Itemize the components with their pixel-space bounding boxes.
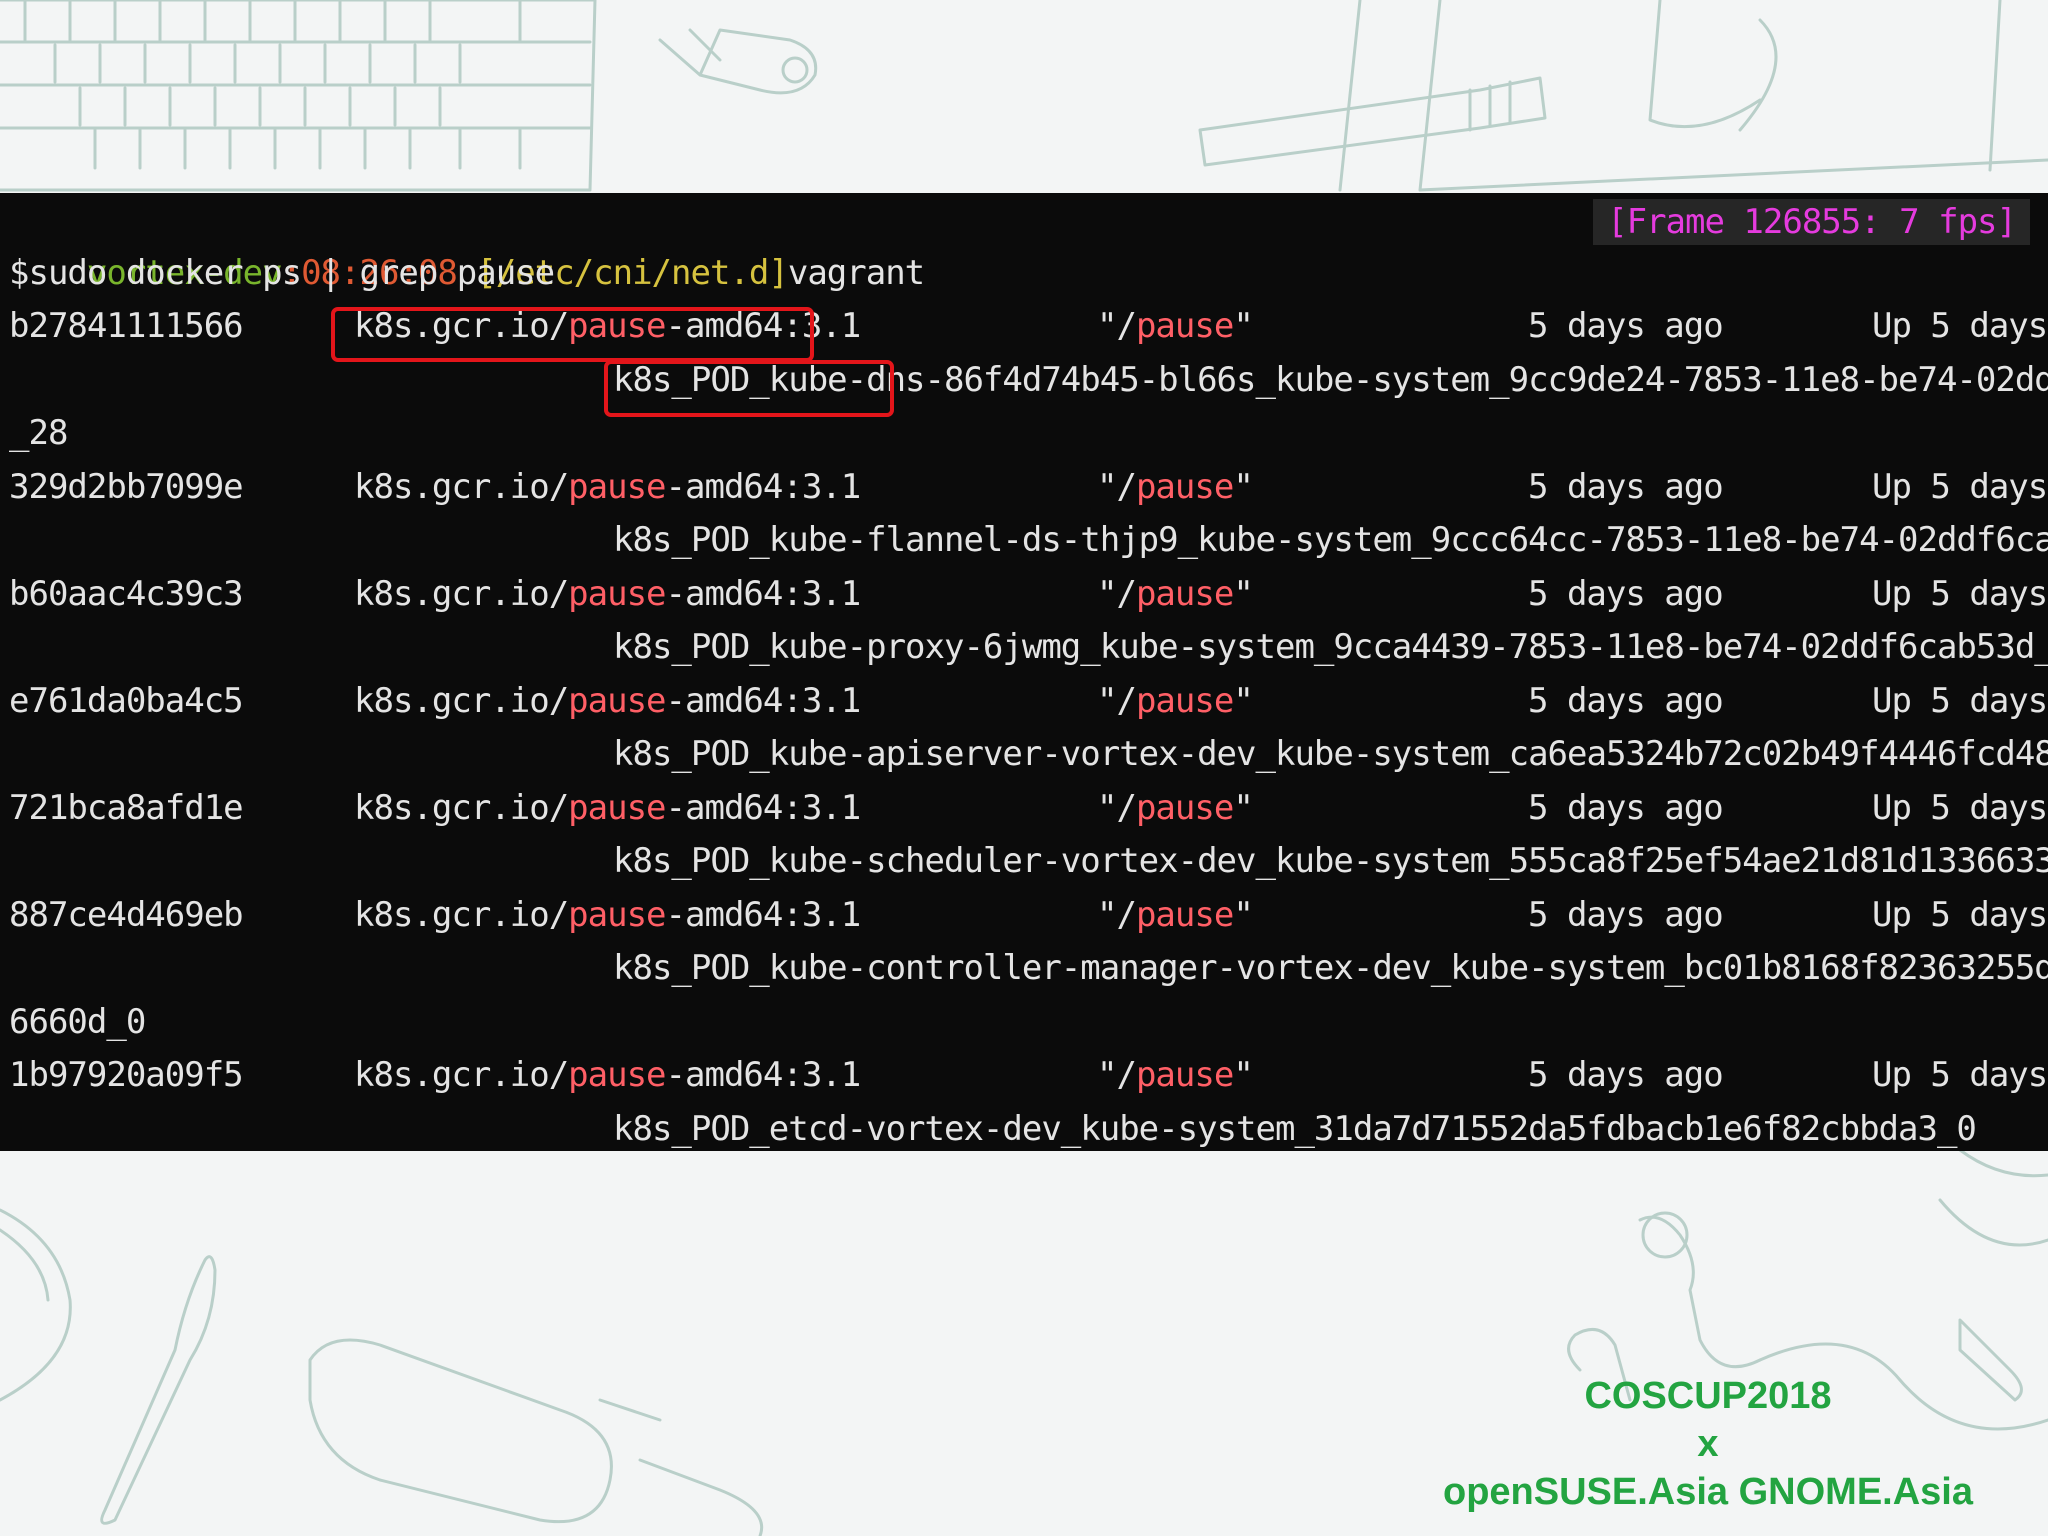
container-image: k8s.gcr.io/pause-amd64:3.1: [354, 1049, 862, 1103]
command-quote-open: "/: [1097, 573, 1137, 614]
image-name: pause: [568, 573, 666, 614]
image-tag: -amd64:3.1: [665, 1055, 862, 1095]
container-id: 1b97920a09f5: [9, 1055, 244, 1095]
container-status: Up 5 days: [1872, 466, 2048, 507]
container-command: "/pause": [1097, 782, 1254, 836]
command-quote-open: "/: [1097, 680, 1137, 721]
command-quote-close: ": [1233, 306, 1254, 346]
command-word: pause: [1135, 894, 1234, 935]
image-prefix: k8s.gcr.io/: [354, 466, 569, 507]
container-status: Up 5 days: [1872, 787, 2048, 828]
frame-rate-indicator: [Frame 126855: 7 fps]: [1593, 199, 2030, 245]
container-id: 329d2bb7099e: [9, 466, 244, 507]
image-tag: -amd64:3.1: [665, 466, 862, 507]
command-quote-open: "/: [1097, 1055, 1137, 1095]
container-id: e761da0ba4c5: [9, 680, 244, 721]
command-line: $sudo docker ps | grep pause: [9, 252, 555, 293]
container-command: "/pause": [1097, 568, 1254, 622]
container-created: 5 days ago: [1528, 466, 1724, 507]
command-quote-close: ": [1233, 680, 1254, 721]
usb-doodle: [658, 28, 818, 95]
glasses-doodle: [308, 1338, 763, 1536]
container-name: k8s_POD_kube-flannel-ds-thjp9_kube-syste…: [613, 520, 2048, 560]
command-word: pause: [1135, 466, 1234, 507]
container-command: "/pause": [1097, 300, 1254, 354]
command-quote-open: "/: [1097, 466, 1137, 507]
container-status: Up 5 days: [1872, 894, 2048, 935]
command-quote-close: ": [1233, 573, 1254, 614]
image-tag: -amd64:3.1: [665, 787, 862, 828]
container-created: 5 days ago: [1528, 894, 1724, 935]
container-name: k8s_POD_kube-apiserver-vortex-dev_kube-s…: [613, 734, 2048, 774]
command-word: pause: [1135, 680, 1234, 721]
command-quote-open: "/: [1097, 306, 1137, 346]
container-id: b27841111566: [9, 306, 244, 346]
image-prefix: k8s.gcr.io/: [354, 787, 569, 828]
container-name-wrap: 6660d_0: [9, 1001, 146, 1042]
spoon-doodle: [100, 1255, 217, 1525]
container-name: k8s_POD_kube-controller-manager-vortex-d…: [613, 948, 2048, 988]
image-name: pause: [568, 787, 666, 828]
command-word: pause: [1135, 787, 1234, 828]
branding-line-3: openSUSE.Asia GNOME.Asia: [1442, 1471, 1973, 1513]
annotation-box-image: [331, 307, 814, 362]
prompt-user: vagrant: [787, 252, 925, 293]
container-created: 5 days ago: [1528, 573, 1724, 614]
container-image: k8s.gcr.io/pause-amd64:3.1: [354, 461, 862, 515]
container-status: Up 5 days: [1872, 573, 2048, 614]
container-command: "/pause": [1097, 461, 1254, 515]
command-quote-close: ": [1233, 894, 1254, 935]
keyboard-doodle: [0, 0, 597, 192]
image-name: pause: [568, 466, 666, 507]
container-name-wrap: _28: [9, 413, 68, 453]
command-quote-open: "/: [1097, 894, 1137, 935]
annotation-box-pod-name: [604, 360, 894, 417]
image-tag: -amd64:3.1: [665, 573, 862, 614]
container-name: k8s_POD_kube-proxy-6jwmg_kube-system_9cc…: [613, 627, 2048, 667]
container-image: k8s.gcr.io/pause-amd64:3.1: [354, 782, 862, 836]
container-command: "/pause": [1097, 675, 1254, 729]
image-name: pause: [568, 894, 666, 935]
image-prefix: k8s.gcr.io/: [354, 1055, 569, 1095]
container-created: 5 days ago: [1528, 787, 1724, 828]
branding-line-1: COSCUP2018: [1584, 1375, 1832, 1417]
image-prefix: k8s.gcr.io/: [354, 680, 569, 721]
container-image: k8s.gcr.io/pause-amd64:3.1: [354, 675, 862, 729]
image-tag: -amd64:3.1: [665, 894, 862, 935]
container-command: "/pause": [1097, 889, 1254, 943]
container-image: k8s.gcr.io/pause-amd64:3.1: [354, 889, 862, 943]
image-name: pause: [568, 1055, 666, 1095]
container-command: "/pause": [1097, 1049, 1254, 1103]
command-word: pause: [1135, 573, 1234, 614]
container-created: 5 days ago: [1528, 306, 1724, 346]
container-name: k8s_POD_etcd-vortex-dev_kube-system_31da…: [613, 1108, 1977, 1149]
image-prefix: k8s.gcr.io/: [354, 573, 569, 614]
prompt-line: vortex-dev:08:26:08 [/etc/cni/net.d]vagr…: [9, 193, 925, 293]
container-id: 721bca8afd1e: [9, 787, 244, 828]
container-created: 5 days ago: [1528, 680, 1724, 721]
container-status: Up 5 days: [1872, 306, 2048, 346]
image-name: pause: [568, 680, 666, 721]
image-prefix: k8s.gcr.io/: [354, 894, 569, 935]
branding-line-2: x: [1697, 1423, 1719, 1465]
command-quote-close: ": [1233, 466, 1254, 507]
container-id: 887ce4d469eb: [9, 894, 244, 935]
event-branding: COSCUP2018 x openSUSE.Asia GNOME.Asia: [1428, 1372, 1988, 1516]
container-id: b60aac4c39c3: [9, 573, 244, 614]
container-status: Up 5 days: [1872, 680, 2048, 721]
marker-doodle: [1198, 76, 1547, 167]
container-created: 5 days ago: [1528, 1055, 1724, 1095]
container-name: k8s_POD_kube-scheduler-vortex-dev_kube-s…: [613, 841, 2048, 881]
command-word: pause: [1135, 306, 1234, 346]
image-tag: -amd64:3.1: [665, 680, 862, 721]
terminal-window[interactable]: vortex-dev:08:26:08 [/etc/cni/net.d]vagr…: [0, 193, 2048, 1151]
cup-doodle: [0, 1208, 72, 1402]
command-word: pause: [1135, 1055, 1234, 1095]
command-quote-close: ": [1233, 787, 1254, 828]
container-status: Up 5 days: [1872, 1055, 2048, 1095]
container-image: k8s.gcr.io/pause-amd64:3.1: [354, 568, 862, 622]
command-quote-close: ": [1233, 1055, 1254, 1095]
command-quote-open: "/: [1097, 787, 1137, 828]
